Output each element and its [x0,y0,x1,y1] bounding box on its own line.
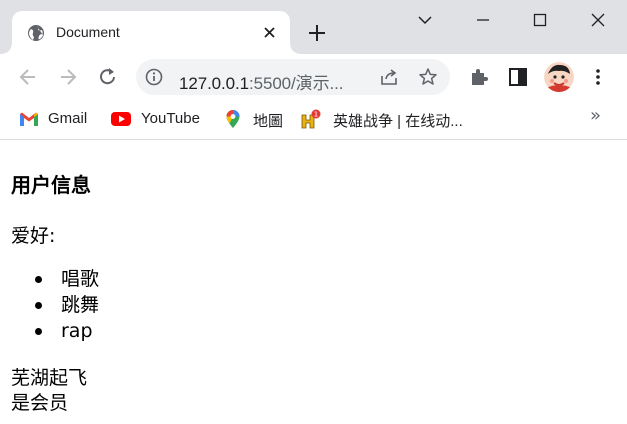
list-item: 跳舞 [35,292,99,318]
browser-toolbar: 127.0.0.1:5500/演示... [0,54,627,100]
chevron-down-icon[interactable] [413,8,437,32]
hobby-label: 爱好: [11,225,56,247]
bookmark-youtube[interactable]: YouTube [110,107,206,131]
window-close-icon[interactable] [586,8,610,32]
reload-icon[interactable] [97,66,119,88]
maximize-icon[interactable] [528,8,552,32]
member-status: 是会员 [11,392,69,414]
tab-close-icon[interactable] [261,24,278,41]
profile-avatar[interactable] [544,62,574,92]
page-content: 用户信息 爱好: 唱歌 跳舞 rap 芜湖起飞 是会员 [0,141,627,424]
avatar-image [544,62,574,92]
bookmark-label: YouTube [141,110,200,127]
address-bar[interactable]: 127.0.0.1:5500/演示... [136,59,450,95]
bookmark-label: 地圖 [253,113,284,130]
more-bookmarks-chevron[interactable]: » [590,105,601,126]
bookmark-game[interactable]: 1 英雄战争 | 在线动... [300,107,470,131]
bookmark-badge: 1 [314,111,318,119]
extensions-puzzle-icon[interactable] [468,66,490,88]
minimize-icon[interactable] [471,8,495,32]
bookmark-label: 英雄战争 | 在线动... [333,113,463,130]
bookmark-star-icon[interactable] [418,67,438,87]
youtube-icon [111,112,131,126]
menu-kebab-icon[interactable] [587,66,609,88]
list-item: 唱歌 [35,266,99,292]
maps-icon [226,110,240,128]
bookmark-gmail[interactable]: Gmail [18,107,94,131]
bookmarks-bar: Gmail YouTube 地圖 1 英雄战争 | 在线动... » [0,100,627,140]
hobby-list: 唱歌 跳舞 rap [35,266,99,344]
side-panel-icon[interactable] [507,66,529,88]
game-icon: 1 [301,109,321,129]
page-heading: 用户信息 [11,173,91,197]
forward-arrow-icon[interactable] [57,66,79,88]
gmail-icon [20,112,38,126]
url-text[interactable]: 127.0.0.1:5500/演示... [179,69,343,94]
tab-strip: Document [0,0,627,54]
share-icon[interactable] [379,67,399,87]
bookmark-maps[interactable]: 地圖 [222,107,284,131]
url-host: 127.0.0.1 [179,74,249,93]
tab-title: Document [56,24,120,40]
tab-document[interactable]: Document [2,11,300,54]
site-info-icon[interactable] [144,67,164,87]
back-arrow-icon[interactable] [17,66,39,88]
globe-icon [28,25,44,41]
list-item: rap [35,318,99,344]
city-text: 芜湖起飞 [11,367,88,389]
bookmark-label: Gmail [48,110,88,127]
new-tab-plus-icon[interactable] [305,21,329,45]
url-path: :5500/演示... [249,74,344,93]
